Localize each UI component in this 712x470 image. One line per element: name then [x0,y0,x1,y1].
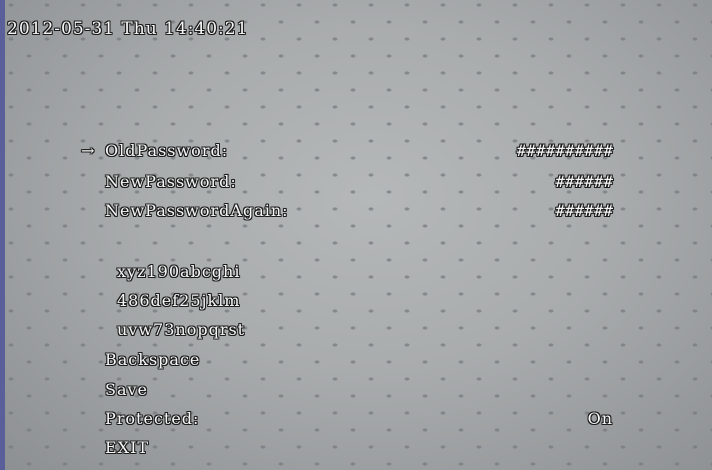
new-password-again-field[interactable]: ###### [475,201,613,221]
new-password-again-label[interactable]: NewPasswordAgain: [105,201,289,221]
old-password-label[interactable]: OldPassword: [105,141,228,161]
backspace-button[interactable]: Backspace [105,350,200,370]
protected-value[interactable]: On [545,409,613,429]
datetime-readout: 2012-05-31 Thu 14:40:21 [7,19,249,39]
keyboard-row-3[interactable]: uvw73nopqrst [117,320,245,340]
save-button[interactable]: Save [105,380,148,400]
selection-arrow-icon: → [81,141,96,160]
old-password-field[interactable]: ########## [475,141,613,161]
keyboard-row-1[interactable]: xyz190abcghi [117,262,240,282]
exit-button[interactable]: EXIT [105,438,149,458]
dvr-osd-screen: 2012-05-31 Thu 14:40:21 → OldPassword: #… [0,0,712,470]
keyboard-row-2[interactable]: 486def25jklm [117,291,240,311]
new-password-label[interactable]: NewPassword: [105,172,237,192]
protected-label[interactable]: Protected: [105,409,199,429]
new-password-field[interactable]: ###### [475,172,613,192]
